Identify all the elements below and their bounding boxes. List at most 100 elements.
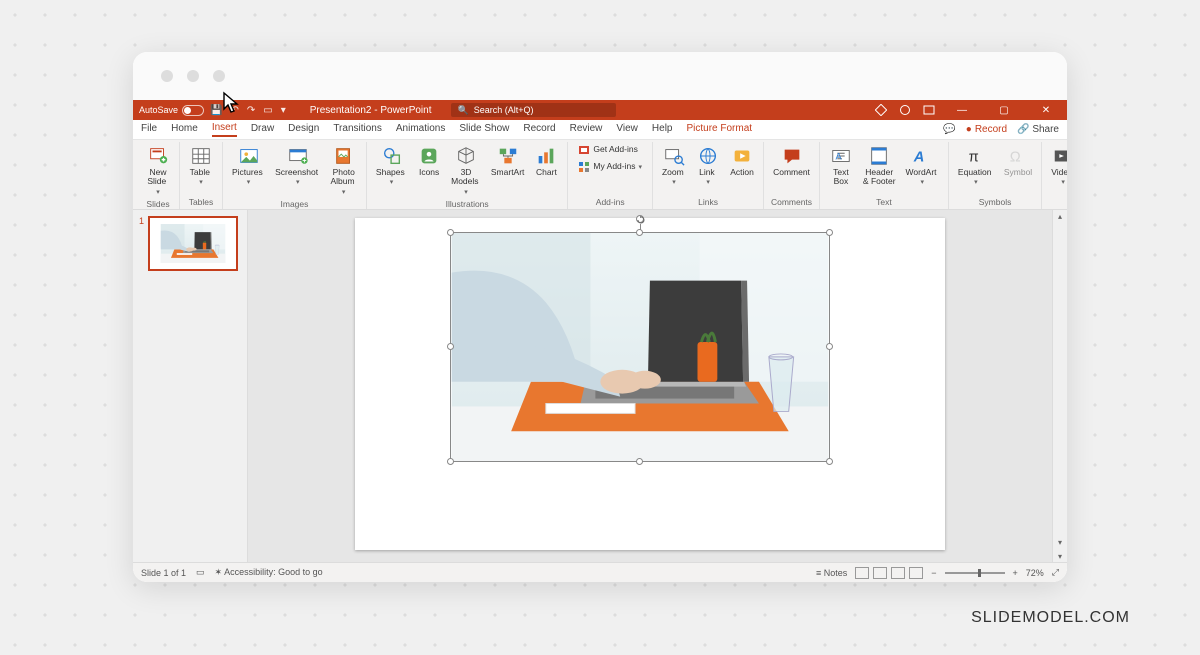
redo-icon[interactable]: ↷ [247, 105, 255, 116]
language-icon[interactable]: ▭ [196, 567, 205, 578]
header-footer-button[interactable]: Header & Footer [859, 142, 900, 190]
tab-help[interactable]: Help [652, 123, 673, 136]
wordart-button[interactable]: AWordArt ▾ [902, 142, 943, 189]
autosave-switch-icon[interactable] [182, 105, 204, 116]
slide[interactable] [355, 218, 945, 550]
3d-models-button[interactable]: 3D Models ▾ [447, 142, 485, 199]
save-icon[interactable]: 💾 [210, 105, 222, 116]
comments-pane-icon[interactable]: 💬 [943, 124, 955, 135]
zoom-slider[interactable] [945, 572, 1005, 574]
notes-button[interactable]: ≡ Notes [816, 568, 847, 578]
tab-review[interactable]: Review [570, 123, 603, 136]
new-slide-button[interactable]: New Slide ▾ [142, 142, 174, 199]
maximize-button[interactable]: ▢ [989, 105, 1019, 116]
fit-to-window-icon[interactable]: ⤢ [1052, 567, 1059, 578]
equation-button[interactable]: πEquation ▾ [954, 142, 998, 189]
autosave-toggle[interactable]: AutoSave [139, 105, 204, 116]
shapes-button[interactable]: Shapes ▾ [372, 142, 411, 189]
tab-design[interactable]: Design [288, 123, 319, 136]
coming-soon-icon[interactable] [899, 104, 911, 116]
vertical-scrollbar[interactable]: ▴ ▾ ▾ [1052, 210, 1067, 562]
diamond-icon[interactable] [875, 104, 887, 116]
workspace: 1 [133, 210, 1067, 562]
traffic-min-icon[interactable] [187, 70, 199, 82]
shapes-label: Shapes [376, 168, 407, 177]
traffic-max-icon[interactable] [213, 70, 225, 82]
tab-file[interactable]: File [141, 123, 157, 136]
text-box-button[interactable]: AText Box [825, 142, 857, 190]
resize-handle-n[interactable] [636, 229, 643, 236]
quick-access-toolbar: 💾 ↶ ↷ ▭ ▾ [210, 105, 286, 116]
slideshow-icon[interactable]: ▭ [263, 105, 272, 116]
tab-view[interactable]: View [616, 123, 638, 136]
minimize-button[interactable]: — [947, 105, 977, 116]
selection-rect[interactable] [450, 232, 830, 462]
traffic-close-icon[interactable] [161, 70, 173, 82]
tab-insert[interactable]: Insert [212, 122, 237, 137]
inserted-picture[interactable] [451, 233, 829, 461]
pictures-button[interactable]: Pictures ▾ [228, 142, 269, 189]
zoom-in-button[interactable]: + [1013, 568, 1018, 578]
sorter-view-icon[interactable] [873, 567, 887, 579]
screenshot-button[interactable]: Screenshot ▾ [271, 142, 324, 189]
resize-handle-nw[interactable] [447, 229, 454, 236]
video-button[interactable]: Video ▾ [1047, 142, 1067, 189]
resize-handle-ne[interactable] [826, 229, 833, 236]
video-label: Video [1051, 168, 1067, 177]
share-button[interactable]: 🔗 Share [1017, 124, 1059, 135]
photo-album-button[interactable]: Photo Album ▾ [326, 142, 360, 199]
action-button[interactable]: Action [726, 142, 758, 180]
tab-picture-format[interactable]: Picture Format [686, 123, 752, 136]
resize-handle-w[interactable] [447, 343, 454, 350]
tab-draw[interactable]: Draw [251, 123, 274, 136]
zoom-level[interactable]: 72% [1026, 568, 1044, 578]
tab-record[interactable]: Record [523, 123, 555, 136]
table-button[interactable]: Table ▾ [185, 142, 217, 189]
rotation-handle[interactable] [636, 215, 644, 223]
smartart-button[interactable]: SmartArt [487, 142, 529, 180]
ribbon-mode-icon[interactable] [923, 104, 935, 116]
status-bar: Slide 1 of 1 ▭ ✶ Accessibility: Good to … [133, 562, 1067, 582]
resize-handle-s[interactable] [636, 458, 643, 465]
close-button[interactable]: ✕ [1031, 105, 1061, 116]
screenshot-label: Screenshot [275, 168, 320, 177]
resize-handle-se[interactable] [826, 458, 833, 465]
table-icon [190, 145, 212, 167]
record-button[interactable]: Record [966, 124, 1007, 135]
chevron-down-icon: ▾ [199, 178, 203, 186]
get-addins-button[interactable]: Get Add-ins [573, 142, 647, 158]
accessibility-status[interactable]: ✶ Accessibility: Good to go [215, 567, 323, 578]
tab-slideshow[interactable]: Slide Show [459, 123, 509, 136]
qat-more-icon[interactable]: ▾ [281, 105, 286, 116]
scroll-down-icon[interactable]: ▾ [1053, 536, 1067, 548]
icons-icon [418, 145, 440, 167]
slide-counter[interactable]: Slide 1 of 1 [141, 568, 186, 578]
zoom-button[interactable]: Zoom ▾ [658, 142, 690, 189]
resize-handle-e[interactable] [826, 343, 833, 350]
slide-thumbnail[interactable]: 1 [139, 216, 241, 271]
slideshow-view-icon[interactable] [909, 567, 923, 579]
ribbon-group-media: Video ▾Audio ▾Screen RecordingMedia [1042, 142, 1067, 209]
zoom-out-button[interactable]: − [931, 568, 936, 578]
title-bar: AutoSave 💾 ↶ ↷ ▭ ▾ Presentation2 - Power… [133, 100, 1067, 120]
resize-handle-sw[interactable] [447, 458, 454, 465]
scroll-next-icon[interactable]: ▾ [1053, 550, 1067, 562]
thumbnail-pane[interactable]: 1 [133, 210, 248, 562]
group-label: Add-ins [573, 197, 647, 209]
chevron-down-icon: ▾ [464, 188, 468, 196]
search-box[interactable]: 🔍 Search (Alt+Q) [451, 103, 616, 117]
link-button[interactable]: Link ▾ [692, 142, 724, 189]
tab-transitions[interactable]: Transitions [333, 123, 382, 136]
my-addins-button[interactable]: My Add-ins▾ [573, 159, 647, 175]
slide-canvas[interactable] [248, 210, 1052, 562]
icons-button[interactable]: Icons [413, 142, 445, 180]
chart-button[interactable]: Chart [530, 142, 562, 180]
tab-animations[interactable]: Animations [396, 123, 445, 136]
tab-home[interactable]: Home [171, 123, 198, 136]
comment-button[interactable]: Comment [769, 142, 814, 180]
symbol-button[interactable]: ΩSymbol [1000, 142, 1036, 180]
reading-view-icon[interactable] [891, 567, 905, 579]
undo-icon[interactable]: ↶ [230, 105, 238, 116]
normal-view-icon[interactable] [855, 567, 869, 579]
link-label: Link [699, 168, 717, 177]
